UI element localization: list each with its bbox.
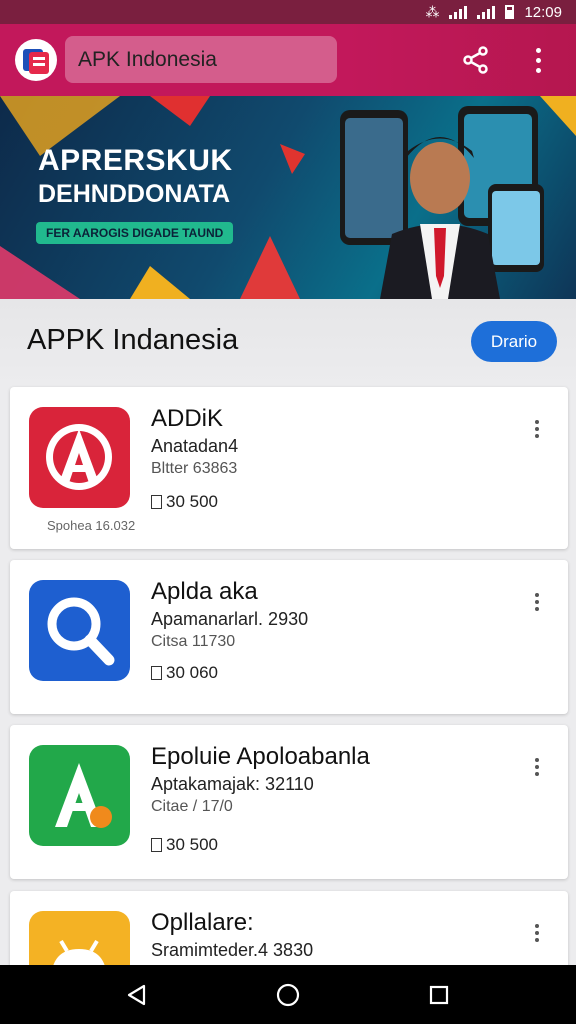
app-card[interactable]: Epoluie Apoloabanla Aptakamajak: 32110 C… <box>10 725 568 879</box>
back-icon[interactable] <box>121 979 153 1011</box>
signal-icon <box>477 5 496 19</box>
app-size-value: 30 060 <box>166 663 218 682</box>
section-header: APPK Indanesia Drario <box>0 299 576 387</box>
app-developer: Anatadan4 <box>151 436 239 456</box>
status-time: 12:09 <box>524 3 562 21</box>
app-meta: Citae / 17/0 <box>151 798 233 815</box>
app-name: Opllalare: <box>151 909 254 936</box>
search-input[interactable]: APK Indonesia <box>65 36 337 83</box>
section-action-button[interactable]: Drario <box>471 321 557 362</box>
app-name: Aplda aka <box>151 578 258 605</box>
app-developer: Sramimteder.4 3830 <box>151 940 314 960</box>
share-icon[interactable] <box>460 44 492 76</box>
app-card[interactable]: Aplda aka Apamanarlarl. 2930 Citsa 11730… <box>10 560 568 714</box>
app-size: 30 060 <box>151 663 218 683</box>
app-meta: Citsa 11730 <box>151 633 236 650</box>
more-vertical-icon[interactable] <box>531 755 543 779</box>
app-size: 30 500 <box>151 492 218 512</box>
mute-icon: ⁂ <box>425 3 440 20</box>
letter-a-icon <box>29 407 130 508</box>
promo-banner[interactable]: APRERSKUK DEHNDDONATA FER AAROGIS DIGADE… <box>0 96 576 299</box>
recents-icon[interactable] <box>423 979 455 1011</box>
app-name: Epoluie Apoloabanla <box>151 743 370 770</box>
letter-a-icon <box>29 745 130 846</box>
app-meta: Bltter 63863 <box>151 460 238 477</box>
app-updated: Spohea 16.032 <box>47 518 136 533</box>
app-card[interactable]: ADDiK Anatadan4 Bltter 63863 30 500 Spoh… <box>10 387 568 549</box>
signal-icon <box>449 5 468 19</box>
app-size: 30 500 <box>151 835 218 855</box>
magnifier-icon <box>29 580 130 681</box>
home-icon[interactable] <box>272 979 304 1011</box>
banner-subheadline: DEHNDDONATA <box>38 180 231 208</box>
app-size-value: 30 500 <box>166 835 218 854</box>
more-vertical-icon[interactable] <box>528 44 548 76</box>
battery-icon <box>505 5 515 19</box>
apk-logo-icon[interactable] <box>14 38 58 82</box>
more-vertical-icon[interactable] <box>531 417 543 441</box>
banner-tagline: FER AAROGIS DIGADE TAUND <box>36 222 234 244</box>
app-name: ADDiK <box>151 405 224 432</box>
section-title: APPK Indanesia <box>27 324 239 356</box>
more-vertical-icon[interactable] <box>531 590 543 614</box>
banner-headline: APRERSKUK <box>38 144 233 177</box>
app-bar: APK Indonesia <box>0 24 576 96</box>
app-developer: Aptakamajak: 32110 <box>151 774 314 794</box>
download-icon <box>151 838 162 852</box>
status-bar: ⁂ 12:09 <box>0 0 576 24</box>
system-nav-bar <box>0 965 576 1024</box>
more-vertical-icon[interactable] <box>531 921 543 945</box>
app-developer: Apamanarlarl. 2930 <box>151 609 309 629</box>
app-size-value: 30 500 <box>166 492 218 511</box>
download-icon <box>151 666 162 680</box>
download-icon <box>151 495 162 509</box>
